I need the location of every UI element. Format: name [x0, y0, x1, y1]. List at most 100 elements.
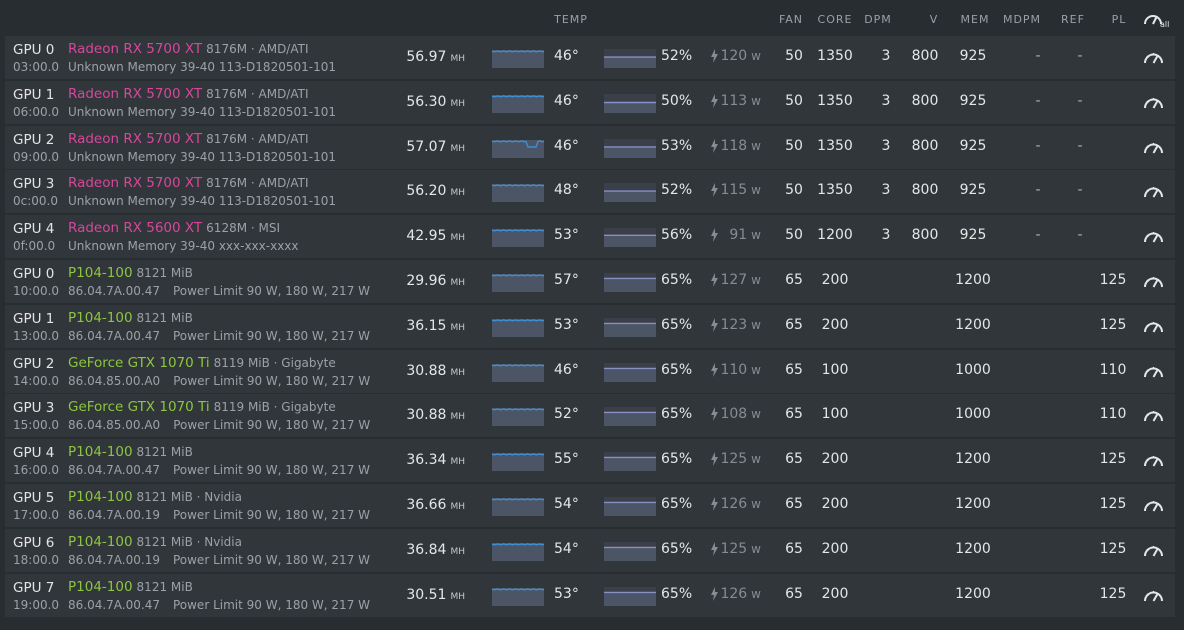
tune-all-speedometer-icon[interactable]: all [1143, 10, 1171, 28]
power-value: 123 [720, 316, 748, 333]
gpu-row[interactable]: GPU 2 09:00.0 Radeon RX 5700 XT 8176M · AMD… [5, 125, 1175, 169]
gpu-row[interactable]: GPU 0 10:00.0 P104-100 8121 MiB 86.04.7A.00.… [5, 259, 1175, 303]
oc-mem-value: 925 [959, 227, 987, 244]
gpu-model-link[interactable]: Radeon RX 5700 XT 8176M · AMD/ATI [68, 86, 309, 102]
power-value: 126 [720, 585, 748, 602]
gpu-bios-version: Unknown Memory 39-40 113-D1820501-101 [68, 104, 336, 119]
gpu-model-name[interactable]: P104-100 [68, 534, 133, 550]
power-unit: w [751, 183, 761, 198]
gpu-hashrate: 36.84 MH [406, 542, 465, 558]
gpu-index: GPU 1 [13, 310, 55, 327]
gpu-bios-version: 86.04.7A.00.47 [68, 283, 160, 298]
gpu-row[interactable]: GPU 4 0f:00.0 Radeon RX 5600 XT 6128M · MSI… [5, 215, 1175, 259]
gpu-power-draw: 120 w [720, 48, 761, 64]
gpu-row[interactable]: GPU 6 18:00.0 P104-100 8121 MiB · Nvidia 86.… [5, 528, 1175, 572]
oc-fan-value: 50 [785, 48, 803, 64]
hashrate-sparkline [492, 587, 544, 606]
gpu-row[interactable]: GPU 4 16:00.0 P104-100 8121 MiB 86.04.7A.00.… [5, 439, 1175, 483]
speedometer-icon[interactable] [1143, 272, 1164, 290]
header-dpm[interactable]: DPM [864, 13, 892, 26]
gpu-model-link[interactable]: P104-100 8121 MiB [68, 265, 193, 281]
tune-all-label: all [1160, 20, 1169, 28]
power-unit: w [751, 541, 761, 556]
gpu-model-link[interactable]: Radeon RX 5700 XT 8176M · AMD/ATI [68, 175, 309, 191]
speedometer-icon[interactable] [1143, 138, 1164, 156]
gpu-model-link[interactable]: GeForce GTX 1070 Ti 8119 MiB · Gigabyte [68, 355, 336, 371]
gpu-row[interactable]: GPU 2 14:00.0 GeForce GTX 1070 Ti 8119 MiB … [5, 349, 1175, 393]
header-temp[interactable]: TEMP [554, 13, 588, 26]
oc-core-value: 200 [821, 451, 849, 468]
gpu-model-name[interactable]: GeForce GTX 1070 Ti [68, 399, 210, 415]
speedometer-icon[interactable] [1143, 227, 1164, 245]
gpu-model-name[interactable]: Radeon RX 5700 XT [68, 131, 202, 147]
gpu-model-link[interactable]: P104-100 8121 MiB [68, 444, 193, 460]
oc-v-value: 800 [911, 227, 939, 244]
gpu-model-link[interactable]: Radeon RX 5600 XT 6128M · MSI [68, 220, 280, 236]
gpu-row[interactable]: GPU 0 03:00.0 Radeon RX 5700 XT 8176M · AMD… [5, 36, 1175, 79]
gpu-temperature: 55° [554, 451, 579, 468]
oc-pl-value: 125 [1099, 585, 1127, 602]
gpu-model-name[interactable]: P104-100 [68, 489, 133, 505]
lightning-bolt-icon [711, 183, 718, 198]
gpu-model-link[interactable]: P104-100 8121 MiB · Nvidia [68, 534, 242, 550]
gpu-model-link[interactable]: GeForce GTX 1070 Ti 8119 MiB · Gigabyte [68, 399, 336, 415]
hashrate-unit: MH [450, 591, 465, 602]
gpu-row[interactable]: GPU 3 15:00.0 GeForce GTX 1070 Ti 8119 MiB … [5, 394, 1175, 438]
gpu-bus-id: 06:00.0 [13, 104, 60, 119]
header-core[interactable]: CORE [818, 13, 853, 26]
header-mem[interactable]: MEM [961, 13, 990, 26]
gpu-row[interactable]: GPU 1 13:00.0 P104-100 8121 MiB 86.04.7A.00.… [5, 304, 1175, 348]
speedometer-icon[interactable] [1143, 48, 1164, 66]
speedometer-icon[interactable] [1143, 93, 1164, 111]
speedometer-icon[interactable] [1143, 182, 1164, 200]
fan-percent: 65% [661, 271, 693, 288]
gpu-model-name[interactable]: Radeon RX 5700 XT [68, 175, 202, 191]
gpu-model-link[interactable]: Radeon RX 5700 XT 8176M · AMD/ATI [68, 41, 309, 57]
speedometer-icon[interactable] [1143, 496, 1164, 514]
gpu-index: GPU 4 [13, 445, 55, 462]
oc-pl-value: 125 [1099, 495, 1127, 512]
fan-history-chart [604, 272, 656, 292]
gpu-model-name[interactable]: P104-100 [68, 444, 133, 460]
gpu-memory-info: 8176M · AMD/ATI [206, 131, 309, 146]
header-pl[interactable]: PL [1112, 13, 1127, 26]
gpu-model-name[interactable]: Radeon RX 5600 XT [68, 220, 202, 236]
gpu-model-name[interactable]: GeForce GTX 1070 Ti [68, 355, 210, 371]
gpu-model-link[interactable]: P104-100 8121 MiB [68, 579, 193, 595]
gpu-model-name[interactable]: P104-100 [68, 265, 133, 281]
gpu-row[interactable]: GPU 5 17:00.0 P104-100 8121 MiB · Nvidia 86.… [5, 483, 1175, 527]
gpu-model-name[interactable]: Radeon RX 5700 XT [68, 86, 202, 102]
header-fan[interactable]: FAN [779, 13, 803, 26]
gpu-model-link[interactable]: P104-100 8121 MiB · Nvidia [68, 489, 242, 505]
gpu-row[interactable]: GPU 3 0c:00.0 Radeon RX 5700 XT 8176M · AMD… [5, 170, 1175, 214]
gpu-bios-info: 86.04.85.00.A0 Power Limit 90 W, 180 W, 2… [68, 418, 370, 432]
gpu-model-name[interactable]: Radeon RX 5700 XT [68, 41, 202, 57]
gpu-memory-info: 8121 MiB [136, 445, 193, 460]
fan-percent: 65% [661, 451, 693, 468]
fan-percent: 65% [661, 540, 693, 557]
oc-dpm-value: 3 [881, 48, 891, 64]
hashrate-sparkline [492, 318, 544, 337]
gpu-model-name[interactable]: P104-100 [68, 310, 133, 326]
gpu-model-link[interactable]: P104-100 8121 MiB [68, 310, 193, 326]
gpu-model-name[interactable]: P104-100 [68, 579, 133, 595]
header-mdpm[interactable]: MDPM [1003, 13, 1041, 26]
speedometer-icon[interactable] [1143, 317, 1164, 335]
speedometer-icon[interactable] [1143, 451, 1164, 469]
header-ref[interactable]: REF [1061, 13, 1085, 26]
gpu-memory-info: 8119 MiB · Gigabyte [213, 355, 336, 370]
speedometer-icon[interactable] [1143, 362, 1164, 380]
gpu-row[interactable]: GPU 1 06:00.0 Radeon RX 5700 XT 8176M · AMD… [5, 80, 1175, 124]
header-v[interactable]: V [930, 13, 939, 26]
gpu-model-link[interactable]: Radeon RX 5700 XT 8176M · AMD/ATI [68, 131, 309, 147]
gpu-temperature: 46° [554, 92, 579, 109]
speedometer-icon[interactable] [1143, 406, 1164, 424]
speedometer-icon[interactable] [1143, 541, 1164, 559]
gpu-row[interactable]: GPU 7 19:00.0 P104-100 8121 MiB 86.04.7A.00.… [5, 573, 1175, 617]
gpu-bios-version: Unknown Memory 39-40 113-D1820501-101 [68, 149, 336, 164]
hashrate-unit: MH [450, 546, 465, 557]
speedometer-icon[interactable] [1143, 586, 1164, 604]
gpu-temperature: 53° [554, 227, 579, 244]
oc-mem-value: 1000 [955, 361, 991, 378]
oc-fan-value: 50 [785, 137, 803, 154]
